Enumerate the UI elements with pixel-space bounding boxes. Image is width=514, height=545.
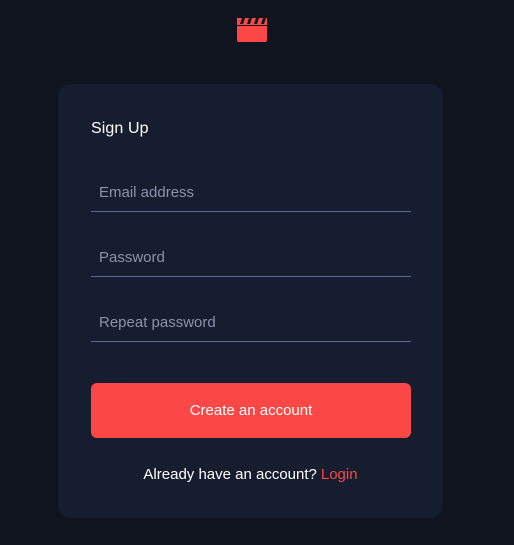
password-input[interactable] xyxy=(91,239,411,276)
email-field[interactable] xyxy=(91,174,411,212)
login-link[interactable]: Login xyxy=(321,466,358,483)
login-prompt-text: Already have an account? xyxy=(143,466,317,483)
repeat-password-input[interactable] xyxy=(91,304,411,341)
repeat-password-field[interactable] xyxy=(91,304,411,342)
email-input[interactable] xyxy=(91,174,411,211)
signup-card: Sign Up Create an account Already have a… xyxy=(58,84,443,518)
movie-clapperboard-icon xyxy=(237,18,267,42)
form-title: Sign Up xyxy=(91,120,149,137)
password-field[interactable] xyxy=(91,239,411,277)
login-prompt: Already have an account? Login xyxy=(58,466,443,484)
signup-page: Sign Up Create an account Already have a… xyxy=(0,0,514,545)
create-account-button[interactable]: Create an account xyxy=(91,383,411,438)
